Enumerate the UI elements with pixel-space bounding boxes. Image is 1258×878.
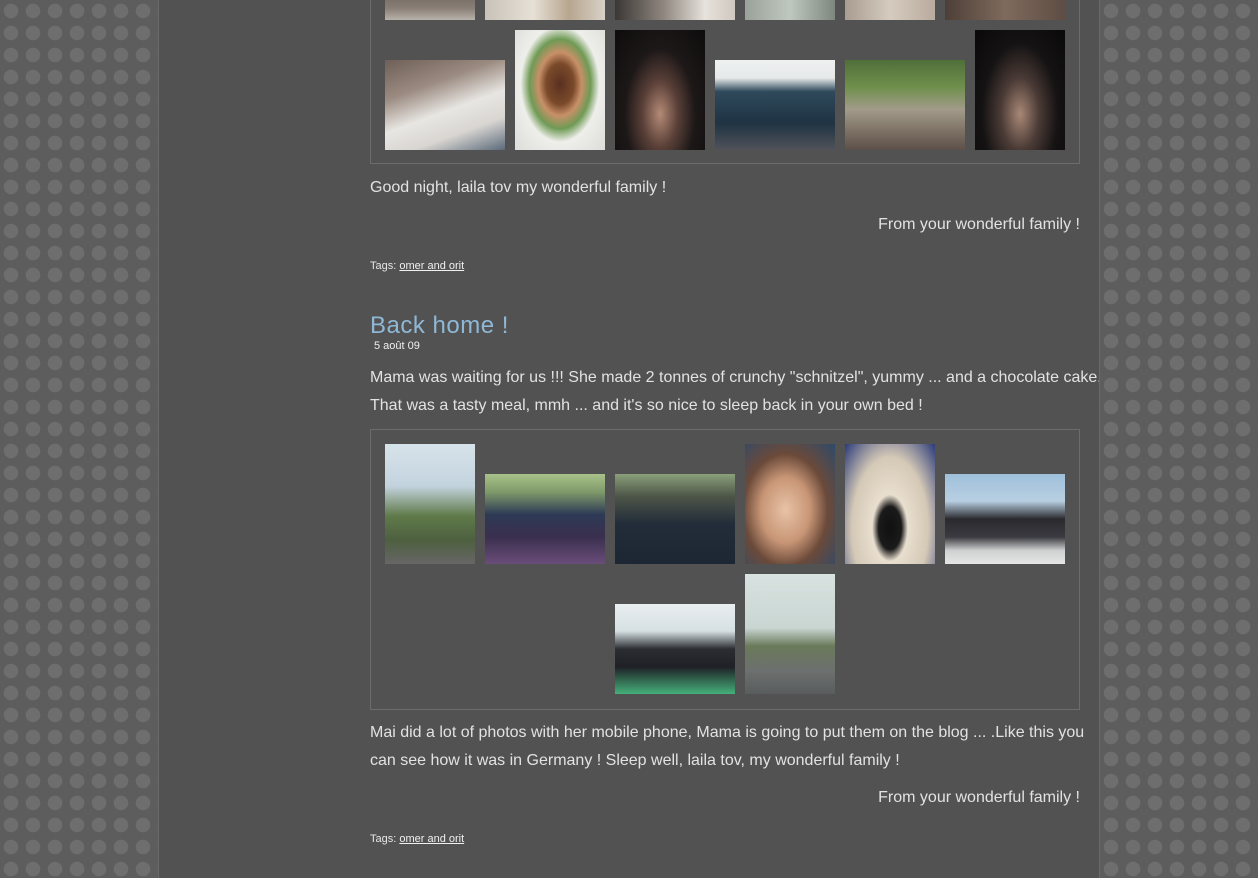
photo-thumbnail[interactable] <box>385 0 475 20</box>
photo-thumbnail[interactable] <box>485 474 605 564</box>
post-signature: From your wonderful family ! <box>878 216 1080 233</box>
tag-link-omer-and-orit[interactable]: omer and orit <box>399 260 464 272</box>
photo-thumbnail[interactable] <box>615 0 735 20</box>
photo-thumbnail[interactable] <box>945 474 1065 564</box>
tag-link-omer-and-orit[interactable]: omer and orit <box>399 833 464 845</box>
photo-gallery-1 <box>370 0 1080 164</box>
blog-content-column: Good night, laila tov my wonderful famil… <box>158 0 1100 878</box>
photo-thumbnail[interactable] <box>945 0 1065 20</box>
photo-thumbnail[interactable] <box>715 60 835 150</box>
photo-thumbnail[interactable] <box>845 444 935 564</box>
post-footer-line: Mai did a lot of photos with her mobile … <box>370 724 1085 741</box>
post-title[interactable]: Back home ! <box>370 312 509 340</box>
post-signature: From your wonderful family ! <box>878 789 1080 806</box>
photo-thumbnail[interactable] <box>845 60 965 150</box>
post-body-line: That was a tasty meal, mmh ... and it's … <box>370 397 923 414</box>
post-footer-line: can see how it was in Germany ! Sleep we… <box>370 752 900 769</box>
post-tags: Tags: omer and orit <box>370 832 464 846</box>
photo-thumbnail[interactable] <box>515 30 605 150</box>
photo-thumbnail[interactable] <box>385 60 505 150</box>
photo-thumbnail[interactable] <box>975 30 1065 150</box>
tags-label: Tags: <box>370 833 397 845</box>
tags-label: Tags: <box>370 260 397 272</box>
photo-thumbnail[interactable] <box>745 574 835 694</box>
photo-thumbnail[interactable] <box>615 30 705 150</box>
photo-thumbnail[interactable] <box>615 474 735 564</box>
photo-thumbnail[interactable] <box>485 0 605 20</box>
photo-thumbnail[interactable] <box>745 444 835 564</box>
post-date: 5 août 09 <box>374 340 420 352</box>
photo-thumbnail[interactable] <box>745 0 835 20</box>
post-closing-text: Good night, laila tov my wonderful famil… <box>370 179 667 196</box>
photo-thumbnail[interactable] <box>385 444 475 564</box>
photo-thumbnail[interactable] <box>615 604 735 694</box>
post-tags: Tags: omer and orit <box>370 259 464 273</box>
photo-gallery-2 <box>370 429 1080 710</box>
post-body-line: Mama was waiting for us !!! She made 2 t… <box>370 369 1100 386</box>
photo-thumbnail[interactable] <box>845 0 935 20</box>
